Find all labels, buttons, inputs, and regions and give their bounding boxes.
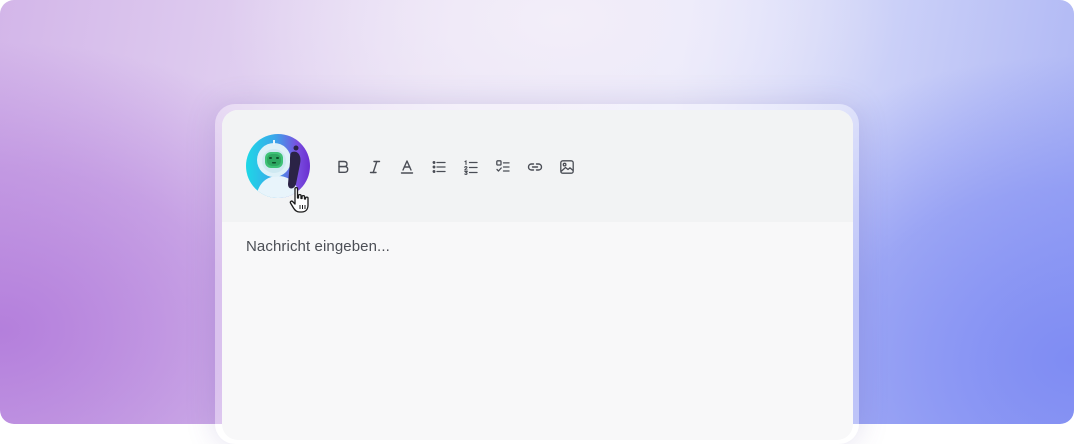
text-color-icon[interactable] bbox=[396, 156, 418, 178]
editor-toolbar bbox=[222, 110, 853, 222]
image-icon[interactable] bbox=[556, 156, 578, 178]
message-editor: Nachricht eingeben... bbox=[222, 110, 853, 440]
italic-icon[interactable] bbox=[364, 156, 386, 178]
bold-icon[interactable] bbox=[332, 156, 354, 178]
numbered-list-icon[interactable] bbox=[460, 156, 482, 178]
hand-cursor-icon bbox=[288, 186, 312, 214]
bullet-list-icon[interactable] bbox=[428, 156, 450, 178]
link-icon[interactable] bbox=[524, 156, 546, 178]
message-input-placeholder[interactable]: Nachricht eingeben... bbox=[246, 238, 826, 255]
formatting-toolbar bbox=[332, 156, 578, 178]
checklist-icon[interactable] bbox=[492, 156, 514, 178]
